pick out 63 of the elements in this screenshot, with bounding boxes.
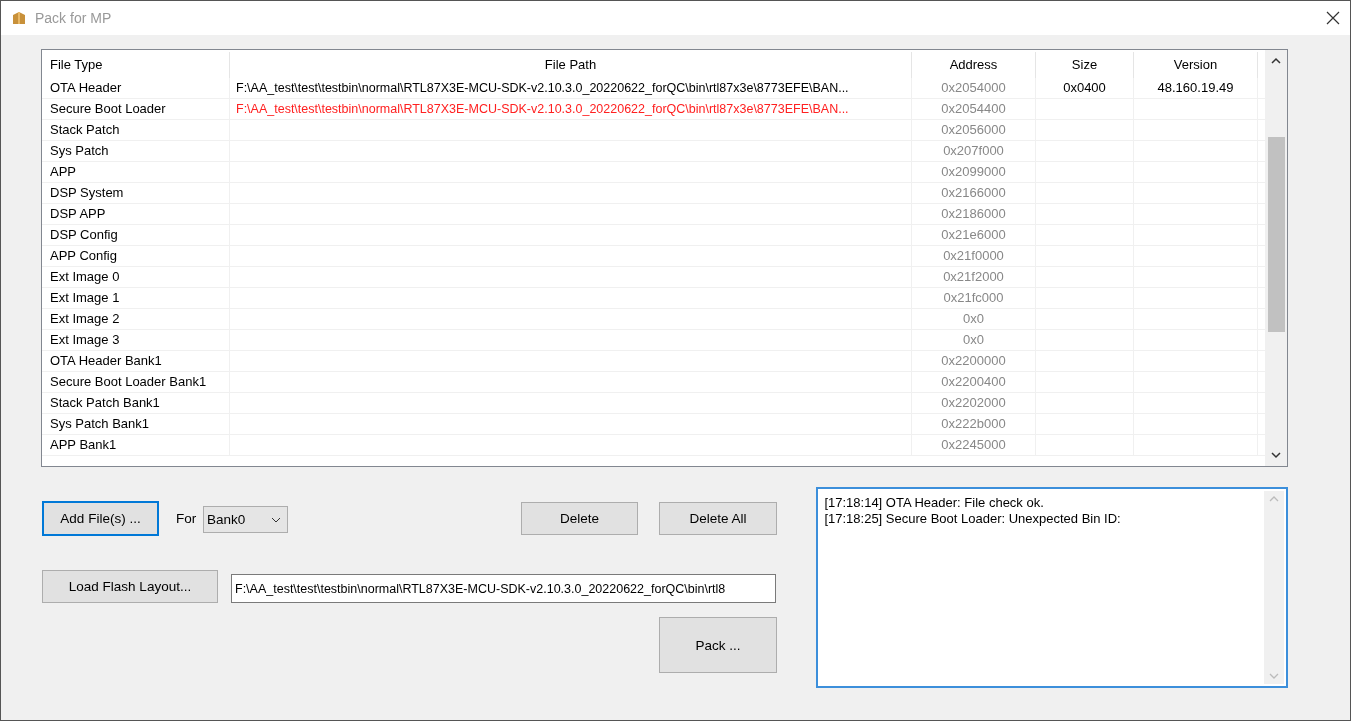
bank-dropdown[interactable]: Bank0	[203, 506, 288, 533]
log-line: [17:18:25] Secure Boot Loader: Unexpected Bin ID:	[824, 511, 1122, 527]
table-cell: 0x2054000	[912, 78, 1036, 98]
delete-button[interactable]: Delete	[521, 502, 638, 535]
table-cell: 0x2186000	[912, 204, 1036, 224]
table-cell: 0x2245000	[912, 435, 1036, 455]
table-cell: 0x21f2000	[912, 267, 1036, 287]
scroll-down-icon[interactable]	[1268, 672, 1280, 680]
column-header[interactable]: Version	[1134, 52, 1258, 78]
delete-all-button[interactable]: Delete All	[659, 502, 777, 535]
table-cell: Secure Boot Loader Bank1	[42, 372, 230, 392]
table-cell: Secure Boot Loader	[42, 99, 230, 119]
column-header[interactable]: Size	[1036, 52, 1134, 78]
table-cell: APP	[42, 162, 230, 182]
table-cell: Ext Image 1	[42, 288, 230, 308]
flash-layout-path-field[interactable]: F:\AA_test\test\testbin\normal\RTL87X3E-MCU-SDK-v2.10.3.0_20220622_forQC\bin\rtl8	[231, 574, 776, 603]
table-cell: F:\AA_test\test\testbin\normal\RTL87X3E-MCU-SDK-v2.10.3.0_20220622_forQC\bin\rtl87x3e\8773EFE\BAN...	[236, 81, 849, 95]
table-cell: Sys Patch Bank1	[42, 414, 230, 434]
scrollbar[interactable]	[1265, 50, 1287, 466]
column-header[interactable]: File Type	[42, 52, 230, 78]
close-icon[interactable]	[1326, 11, 1340, 25]
load-flash-layout-button[interactable]: Load Flash Layout...	[42, 570, 218, 603]
window-title: Pack for MP	[35, 10, 113, 26]
table-cell: 0x0	[912, 309, 1036, 329]
for-label: For	[176, 511, 197, 526]
table-cell: DSP APP	[42, 204, 230, 224]
table-cell: Sys Patch	[42, 141, 230, 161]
table-cell: 0x21e6000	[912, 225, 1036, 245]
table-cell: OTA Header	[42, 78, 230, 98]
table-cell: DSP System	[42, 183, 230, 203]
table-cell: 0x2202000	[912, 393, 1036, 413]
table-cell: 0x0400	[1063, 80, 1106, 95]
table-cell: OTA Header Bank1	[42, 351, 230, 371]
scroll-up-icon[interactable]	[1268, 495, 1280, 503]
table-cell: 0x2056000	[912, 120, 1036, 140]
table-cell: Stack Patch Bank1	[42, 393, 230, 413]
table-cell: 48.160.19.49	[1157, 80, 1234, 95]
table-cell: Ext Image 0	[42, 267, 230, 287]
column-header[interactable]: Address	[912, 52, 1036, 78]
table-cell: 0x207f000	[912, 141, 1036, 161]
add-files-button[interactable]: Add File(s) ...	[42, 501, 159, 536]
table-cell: 0x2099000	[912, 162, 1036, 182]
table-cell: 0x21fc000	[912, 288, 1036, 308]
table-cell: 0x222b000	[912, 414, 1036, 434]
table-cell: APP Bank1	[42, 435, 230, 455]
table-cell: Stack Patch	[42, 120, 230, 140]
log-box[interactable]: [17:18:14] OTA Header: File check ok. [17:18:25] Secure Boot Loader: Unexpected Bin ID:	[816, 487, 1288, 688]
table-cell: 0x2054400	[912, 99, 1036, 119]
table-cell: DSP Config	[42, 225, 230, 245]
table-cell: 0x2166000	[912, 183, 1036, 203]
chevron-down-icon	[271, 516, 281, 523]
table-cell: 0x2200400	[912, 372, 1036, 392]
table-cell: 0x21f0000	[912, 246, 1036, 266]
pack-button[interactable]: Pack ...	[659, 617, 777, 673]
package-icon	[11, 10, 27, 26]
table-cell: 0x2200000	[912, 351, 1036, 371]
column-header[interactable]: File Path	[230, 52, 912, 78]
log-line: [17:18:14] OTA Header: File check ok.	[824, 495, 1045, 511]
table-cell: Ext Image 2	[42, 309, 230, 329]
table-cell: 0x0	[912, 330, 1036, 350]
table-cell: APP Config	[42, 246, 230, 266]
table-cell: Ext Image 3	[42, 330, 230, 350]
table-cell: F:\AA_test\test\testbin\normal\RTL87X3E-MCU-SDK-v2.10.3.0_20220622_forQC\bin\rtl87x3e\8773EFE\BAN...	[236, 102, 849, 116]
